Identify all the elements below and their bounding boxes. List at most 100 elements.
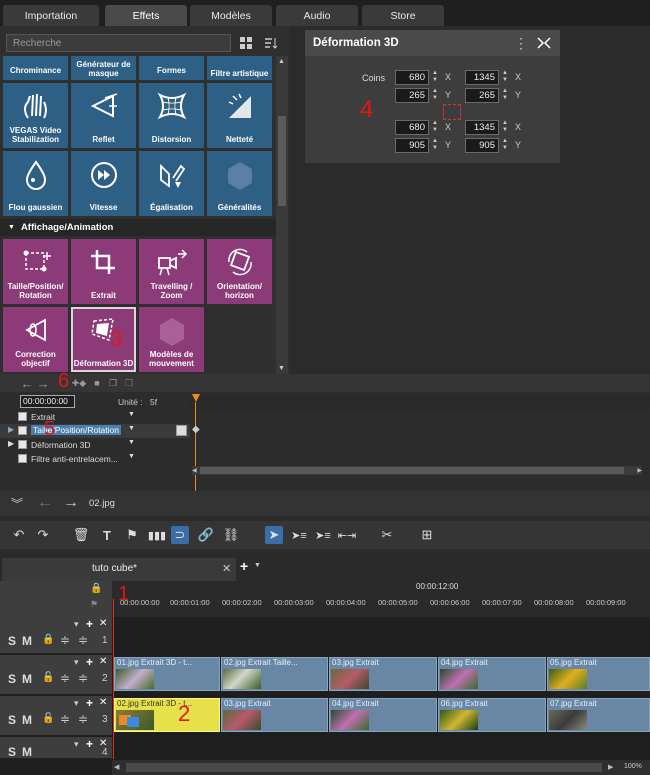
fader-icon[interactable]: ≑ bbox=[78, 671, 88, 685]
dropdown-icon[interactable]: ▼ bbox=[128, 453, 135, 460]
pointer-tool-icon[interactable]: ➤ bbox=[265, 526, 283, 544]
spin-icon[interactable]: ▲ ▼ bbox=[501, 120, 509, 135]
track-checkbox[interactable] bbox=[18, 412, 27, 421]
corner2-y-input[interactable]: 265 bbox=[465, 88, 499, 103]
spin-icon[interactable]: ▲ ▼ bbox=[501, 70, 509, 85]
solo-button[interactable]: S bbox=[8, 745, 16, 759]
track-menu-icon[interactable]: ▾ bbox=[74, 698, 79, 709]
effect-taille-position-rotation[interactable]: Taille/Position/ Rotation bbox=[3, 239, 68, 304]
clip-03[interactable]: 03.jpg Extrait bbox=[221, 698, 328, 732]
link-icon[interactable]: 🔗 bbox=[197, 526, 215, 544]
forward-arrow-icon[interactable]: → bbox=[62, 494, 80, 512]
spin-icon[interactable]: ▲ ▼ bbox=[501, 138, 509, 153]
track-menu-icon[interactable]: ▾ bbox=[74, 739, 79, 750]
unlock-icon[interactable]: 🔓 bbox=[42, 672, 54, 683]
text-icon[interactable]: T bbox=[98, 526, 116, 544]
search-input[interactable] bbox=[6, 34, 231, 52]
clip-02[interactable]: 02.jpg Extrait Taille... bbox=[221, 657, 328, 691]
fader-icon[interactable]: ≑ bbox=[60, 712, 70, 726]
dropdown-icon[interactable]: ▼ bbox=[128, 439, 135, 446]
spin-icon[interactable]: ▲ ▼ bbox=[431, 70, 439, 85]
effect-extrait[interactable]: Extrait bbox=[71, 239, 136, 304]
mute-button[interactable]: M bbox=[22, 634, 32, 648]
remove-track-icon[interactable]: ✕ bbox=[99, 618, 107, 629]
insert-icon[interactable]: ⊞ bbox=[418, 526, 436, 544]
effect-vitesse[interactable]: Vitesse bbox=[71, 151, 136, 216]
corner1-y-input[interactable]: 265 bbox=[395, 88, 429, 103]
clip-04[interactable]: 04.jpg Extrait bbox=[438, 657, 546, 691]
keyframe-ruler[interactable] bbox=[190, 394, 650, 410]
paste-icon[interactable]: ❐ bbox=[120, 374, 138, 392]
keyframe-track-taille[interactable]: ▶ Taille/Position/Rotation ▼ bbox=[0, 424, 190, 438]
more-options-icon[interactable]: ⋮ bbox=[512, 34, 530, 52]
effect-modeles-mouvement[interactable]: Modèles de mouvement bbox=[139, 307, 204, 372]
fader-icon[interactable]: ≑ bbox=[60, 633, 70, 647]
effect-flou-gaussien[interactable]: Flou gaussien bbox=[3, 151, 68, 216]
unlink-icon[interactable]: ⛓ bbox=[222, 526, 240, 544]
spin-icon[interactable]: ▲ ▼ bbox=[431, 120, 439, 135]
dropdown-icon[interactable]: ▼ bbox=[128, 411, 135, 418]
solo-button[interactable]: S bbox=[8, 634, 16, 648]
pointer-multi-icon[interactable]: ➤≡ bbox=[290, 526, 308, 544]
effect-filtre-artistique[interactable]: Filtre artistique bbox=[207, 56, 272, 80]
effect-formes[interactable]: Formes bbox=[139, 56, 204, 80]
close-tab-icon[interactable]: ✕ bbox=[222, 562, 231, 575]
stretch-icon[interactable]: ⇤⇥ bbox=[338, 526, 356, 544]
fader-icon[interactable]: ≑ bbox=[60, 671, 70, 685]
spin-icon[interactable]: ▲ ▼ bbox=[431, 88, 439, 103]
keyframe-time-input[interactable]: 00:00:00:00 bbox=[20, 395, 75, 408]
zoom-level[interactable]: 100% bbox=[624, 763, 642, 770]
keyframe-track-deformation[interactable]: ▶ Déformation 3D ▼ bbox=[0, 438, 190, 452]
back-arrow-icon[interactable]: ← bbox=[36, 494, 54, 512]
tab-dropdown-icon[interactable]: ▼ bbox=[254, 562, 261, 569]
arrow-right-icon[interactable]: → bbox=[34, 374, 52, 392]
track-checkbox[interactable] bbox=[18, 426, 27, 435]
collapse-panel-icon[interactable] bbox=[535, 34, 553, 52]
tab-store[interactable]: Store bbox=[362, 5, 444, 26]
clip-05[interactable]: 05.jpg Extrait bbox=[547, 657, 650, 691]
add-track-icon[interactable]: + bbox=[86, 655, 93, 669]
remove-track-icon[interactable]: ✕ bbox=[99, 656, 107, 667]
spin-icon[interactable]: ▲ ▼ bbox=[501, 88, 509, 103]
keyframe-track-extrait[interactable]: Extrait ▼ bbox=[0, 410, 190, 424]
clip-06[interactable]: 06.jpg Extrait bbox=[438, 698, 546, 732]
pointer-track-icon[interactable]: ➤≡ bbox=[314, 526, 332, 544]
effects-scrollbar[interactable]: ▲ ▼ bbox=[276, 56, 288, 374]
corner3-y-input[interactable]: 905 bbox=[395, 138, 429, 153]
scroll-left-icon[interactable]: ◀ bbox=[192, 467, 197, 474]
effect-nettete[interactable]: Netteté bbox=[207, 83, 272, 148]
timeline-hscrollbar[interactable]: ◀ ▶ 100% bbox=[112, 760, 650, 775]
clip-07[interactable]: 07.jpg Extrait bbox=[547, 698, 650, 732]
scroll-up-icon[interactable]: ▲ bbox=[278, 58, 285, 65]
redo-icon[interactable]: ↷ bbox=[34, 526, 52, 544]
add-track-icon[interactable]: + bbox=[86, 696, 93, 710]
scissors-icon[interactable]: ✂ bbox=[378, 526, 396, 544]
keyframe-diamond-icon[interactable]: ◆ bbox=[192, 424, 200, 435]
keyframe-track-filtre[interactable]: Filtre anti-entrelacem... ▼ bbox=[0, 452, 190, 466]
track-menu-icon[interactable]: ▾ bbox=[74, 657, 79, 668]
effect-reflet[interactable]: Reflet bbox=[71, 83, 136, 148]
add-track-icon[interactable]: + bbox=[86, 617, 93, 631]
effect-distorsion[interactable]: Distorsion bbox=[139, 83, 204, 148]
effect-egalisation[interactable]: Égalisation bbox=[139, 151, 204, 216]
tab-effets[interactable]: Effets bbox=[105, 5, 187, 26]
scroll-right-icon[interactable]: ▶ bbox=[608, 763, 613, 771]
collapse-double-chevron-icon[interactable]: ︾ bbox=[8, 494, 26, 512]
corner3-x-input[interactable]: 680 bbox=[395, 120, 429, 135]
tab-audio[interactable]: Audio bbox=[276, 5, 358, 26]
scroll-left-icon[interactable]: ◀ bbox=[114, 763, 119, 771]
tab-modeles[interactable]: Modèles bbox=[190, 5, 272, 26]
add-track-icon[interactable]: + bbox=[86, 737, 93, 751]
unlock-icon[interactable]: 🔓 bbox=[42, 713, 54, 724]
magnet-icon[interactable]: ⊃ bbox=[171, 526, 189, 544]
scroll-right-icon[interactable]: ▶ bbox=[637, 467, 642, 474]
track-checkbox[interactable] bbox=[18, 440, 27, 449]
remove-track-icon[interactable]: ✕ bbox=[99, 697, 107, 708]
sort-icon[interactable] bbox=[262, 34, 280, 52]
clip-02-selected[interactable]: 02.jpg Extrait 3D - t... bbox=[114, 698, 220, 732]
effect-orientation-horizon[interactable]: Orientation/ horizon bbox=[207, 239, 272, 304]
project-tab[interactable]: tuto cube* ✕ bbox=[2, 558, 236, 581]
effect-deformation-3d[interactable]: Déformation 3D bbox=[71, 307, 136, 372]
effect-correction-objectif[interactable]: Correction objectif bbox=[3, 307, 68, 372]
add-tab-icon[interactable]: + bbox=[240, 558, 248, 574]
